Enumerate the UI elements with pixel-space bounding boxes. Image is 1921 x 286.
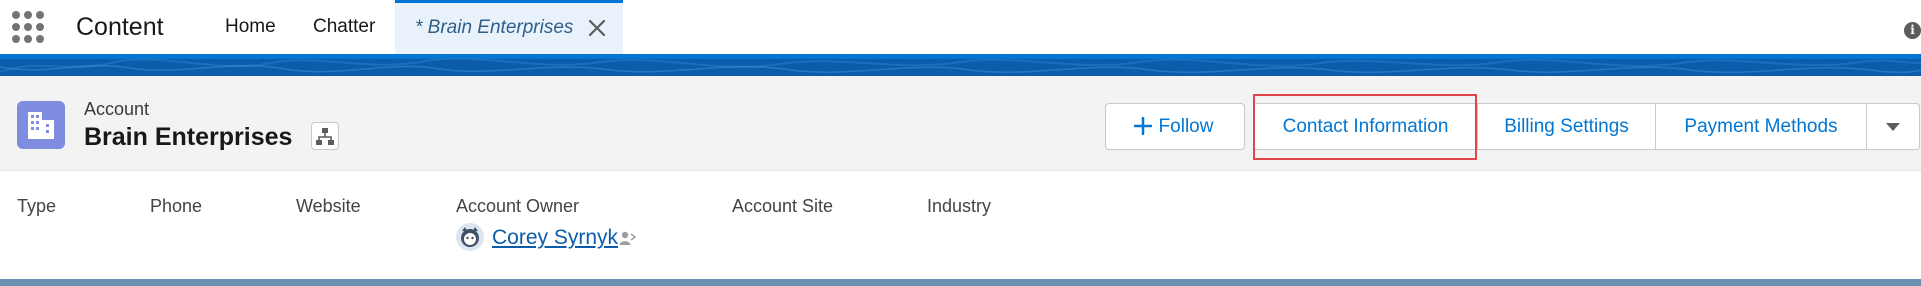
- brand-pattern: [0, 57, 1921, 74]
- account-owner-link[interactable]: Corey Syrnyk: [492, 225, 618, 251]
- app-launcher-grid-icon[interactable]: [9, 8, 47, 46]
- tab-chatter[interactable]: Chatter: [313, 0, 375, 54]
- launcher-dot: [24, 35, 32, 43]
- contact-information-button[interactable]: Contact Information: [1253, 103, 1478, 150]
- field-label: Website: [296, 196, 361, 216]
- launcher-dot: [36, 11, 44, 19]
- view-hierarchy-button[interactable]: [311, 122, 339, 150]
- change-owner-icon[interactable]: [618, 229, 636, 247]
- launcher-dot: [24, 11, 32, 19]
- field-website: Website: [296, 195, 361, 217]
- hierarchy-icon: [316, 128, 334, 145]
- launcher-dot: [36, 23, 44, 31]
- account-building-icon: [17, 101, 65, 149]
- brand-band: [0, 54, 1921, 76]
- global-header: Content Home Chatter * Brain Enterprises…: [0, 0, 1921, 54]
- tab-home[interactable]: Home: [225, 0, 276, 54]
- chevron-down-icon: [1886, 123, 1900, 131]
- field-label: Type: [17, 196, 57, 216]
- record-title: Brain Enterprises: [84, 123, 293, 151]
- follow-button-label: Follow: [1158, 116, 1214, 137]
- plus-icon: [1134, 117, 1152, 135]
- tab-brain-enterprises-label: * Brain Enterprises: [415, 17, 574, 38]
- launcher-dot: [12, 23, 20, 31]
- field-label: Phone: [150, 196, 203, 216]
- app-name: Content: [76, 13, 164, 41]
- field-industry: Industry: [927, 195, 991, 217]
- field-label: Industry: [927, 196, 992, 216]
- payment-methods-button[interactable]: Payment Methods: [1656, 103, 1867, 150]
- field-phone: Phone: [150, 195, 202, 217]
- field-label: Account Owner: [456, 196, 580, 216]
- launcher-dot: [24, 23, 32, 31]
- bottom-band: [0, 279, 1921, 286]
- avatar: [456, 223, 484, 251]
- close-icon[interactable]: [585, 16, 609, 40]
- launcher-dot: [12, 35, 20, 43]
- highlight-fields: Type Phone Website Account Owner Corey S…: [0, 171, 1921, 279]
- field-account-owner: Account Owner Corey Syrnyk: [456, 195, 676, 259]
- launcher-dot: [12, 11, 20, 19]
- launcher-dot: [36, 35, 44, 43]
- field-account-site: Account Site: [732, 195, 833, 217]
- field-label: Account Site: [732, 196, 834, 216]
- more-actions-button[interactable]: [1867, 103, 1920, 150]
- tab-brain-enterprises[interactable]: * Brain Enterprises: [395, 0, 623, 54]
- billing-settings-button[interactable]: Billing Settings: [1478, 103, 1656, 150]
- record-actions: Follow Contact Information Billing Setti…: [1105, 103, 1920, 150]
- info-icon[interactable]: i: [1904, 22, 1921, 39]
- field-type: Type: [17, 195, 56, 217]
- follow-button[interactable]: Follow: [1105, 103, 1245, 150]
- record-object-label: Account: [84, 99, 150, 119]
